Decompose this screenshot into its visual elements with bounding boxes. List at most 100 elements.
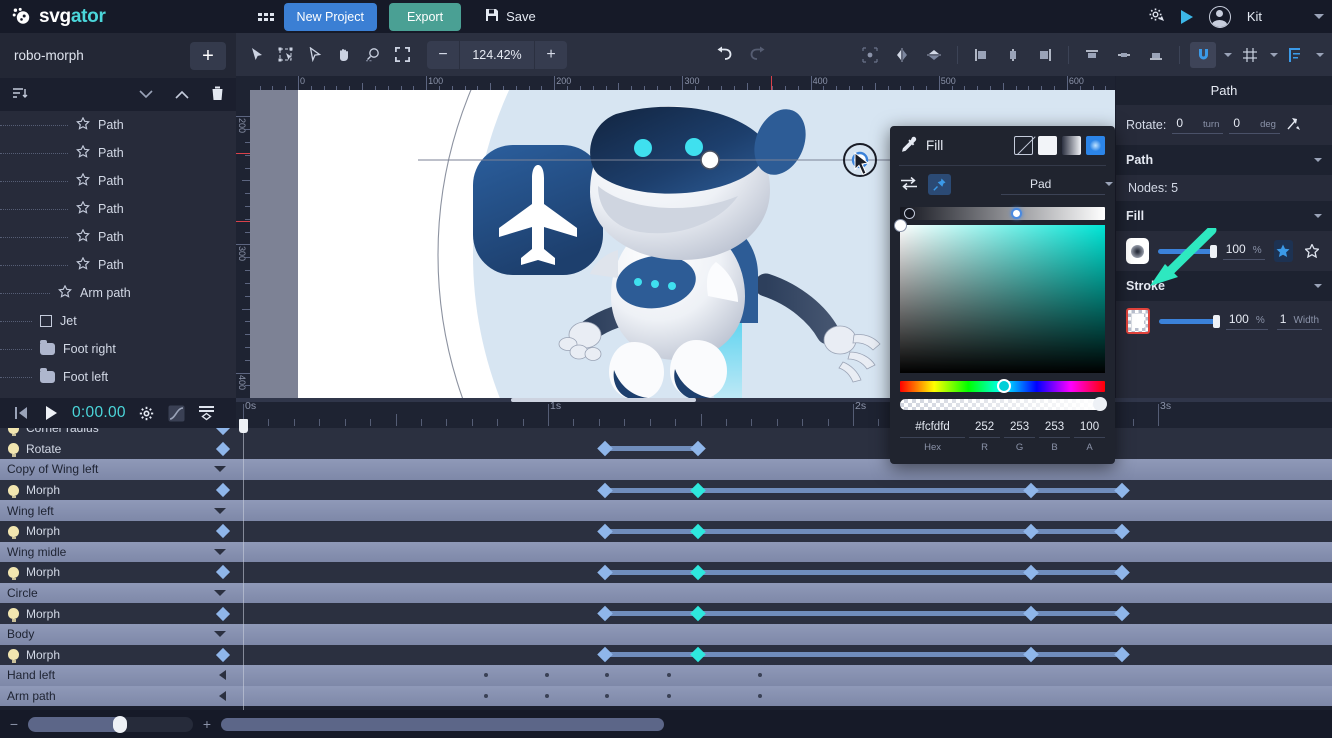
group-toggle-chevron-icon[interactable] (214, 590, 226, 597)
keyframe-diamond[interactable] (1023, 564, 1039, 581)
timeline-zoom-knob[interactable] (113, 715, 127, 733)
align-center-h-icon[interactable] (1000, 42, 1026, 68)
timeline-property-row[interactable]: Morph (0, 479, 1332, 501)
keyframe-diamond[interactable] (690, 605, 706, 622)
canvas-horizontal-scrollbar[interactable] (236, 398, 1332, 402)
align-top-icon[interactable] (1079, 42, 1105, 68)
fill-opacity-knob[interactable] (1209, 244, 1217, 258)
play-pause-icon[interactable] (36, 398, 66, 428)
fill-animate-star-filled-icon[interactable] (1273, 240, 1294, 262)
track-lane[interactable] (236, 541, 1332, 563)
sort-layers-icon[interactable] (12, 86, 28, 103)
current-time-value[interactable]: 0:00.00 (72, 404, 126, 422)
track-lane[interactable] (236, 644, 1332, 666)
animate-bulb-icon[interactable] (8, 428, 19, 437)
layer-item[interactable]: Path (0, 195, 236, 223)
animate-bulb-icon[interactable] (8, 443, 19, 457)
track-lane[interactable] (236, 562, 1332, 583)
user-menu-chevron-down-icon[interactable] (1314, 14, 1324, 19)
animate-bulb-icon[interactable] (8, 608, 19, 622)
fill-type-solid-swatch[interactable] (1038, 136, 1057, 155)
align-left-icon[interactable] (968, 42, 994, 68)
layer-item[interactable]: Path (0, 223, 236, 251)
keyframe-diamond[interactable] (1114, 482, 1130, 498)
keyframe-diamond[interactable] (597, 523, 613, 540)
sv-cursor[interactable] (894, 219, 907, 232)
canvas-scroll-thumb[interactable] (511, 398, 696, 402)
keyframe-diamond[interactable] (1114, 564, 1130, 581)
fill-star-outline-icon[interactable] (1302, 240, 1322, 262)
track-lane[interactable] (236, 623, 1332, 645)
timeline-group-row[interactable]: Arm path (0, 685, 1332, 707)
track-lane[interactable] (236, 665, 1332, 686)
settings-gear-icon[interactable] (1148, 7, 1165, 27)
add-keyframe-icon[interactable] (215, 524, 231, 539)
group-toggle-chevron-icon[interactable] (214, 631, 226, 638)
timeline-group-row[interactable]: Wing midle (0, 541, 1332, 563)
snap-magnet-icon[interactable] (1190, 41, 1216, 68)
red-field[interactable]: 252 R (969, 421, 1001, 453)
keyframe-diamond[interactable] (1114, 647, 1130, 663)
alpha-field[interactable]: 100 A (1074, 421, 1105, 453)
track-lane[interactable] (236, 603, 1332, 624)
add-keyframe-icon[interactable] (215, 647, 231, 662)
track-lane[interactable] (236, 479, 1332, 501)
keyframe-diamond[interactable] (690, 441, 706, 457)
stroke-width-input[interactable]: 1 Width (1276, 312, 1322, 330)
keyframe-diamond[interactable] (597, 605, 613, 622)
timeline-property-row[interactable]: Morph (0, 562, 1332, 583)
apps-grid-icon[interactable] (257, 12, 274, 21)
expand-all-chevron-up-icon[interactable] (175, 88, 189, 102)
hand-tool-icon[interactable] (331, 42, 357, 68)
grid-toggle-icon[interactable] (1238, 42, 1262, 68)
delete-layer-icon[interactable] (211, 86, 224, 104)
add-layer-button[interactable]: + (190, 41, 226, 70)
hex-field[interactable]: #fcfdfd Hex (900, 421, 966, 453)
gradient-stops-bar[interactable] (900, 207, 1105, 220)
track-lane[interactable] (236, 500, 1332, 521)
keyframe-diamond[interactable] (690, 647, 706, 663)
app-logo[interactable]: svgator (12, 6, 106, 28)
keyframe-diamond[interactable] (1114, 523, 1130, 540)
transform-origin-icon[interactable] (1286, 116, 1301, 134)
path-section-header[interactable]: Path (1116, 145, 1332, 175)
keyframe-diamond[interactable] (1114, 605, 1130, 622)
add-keyframe-icon[interactable] (215, 428, 231, 436)
keyframe-diamond[interactable] (597, 441, 613, 457)
snap-options-chevron-down-icon[interactable] (1224, 52, 1232, 57)
layers-list[interactable]: Path Path Path Path Path Path Arm path Jet Foot … (0, 111, 236, 398)
transform-tool-icon[interactable] (273, 42, 299, 68)
stroke-section-header[interactable]: Stroke (1116, 271, 1332, 301)
timeline-zoom-slider[interactable] (28, 715, 193, 733)
group-toggle-chevron-icon[interactable] (219, 691, 226, 702)
add-keyframe-icon[interactable] (215, 565, 231, 580)
timeline-property-row[interactable]: Morph (0, 644, 1332, 666)
timeline-group-row[interactable]: Body (0, 623, 1332, 645)
timeline-horizontal-scrollbar[interactable] (221, 717, 1081, 731)
keyframe-diamond[interactable] (597, 564, 613, 581)
track-lane[interactable] (236, 582, 1332, 604)
undo-icon[interactable] (715, 46, 734, 64)
animate-bulb-icon[interactable] (8, 566, 19, 581)
fill-color-chip[interactable] (1126, 238, 1150, 264)
gradient-stop-end[interactable] (1011, 208, 1022, 219)
layer-item[interactable]: Path (0, 139, 236, 167)
node-tool-icon[interactable] (302, 42, 328, 68)
alpha-slider[interactable] (900, 397, 1107, 411)
fill-color-picker-popup[interactable]: Fill Pad #fcfdfd Hex 252 R 253 G 253 B 1… (890, 126, 1115, 464)
avatar[interactable] (1208, 5, 1231, 28)
keyframe-diamond[interactable] (1023, 647, 1039, 663)
zoom-tool-icon[interactable] (360, 42, 386, 68)
keyframe-diamond[interactable] (597, 647, 613, 663)
stroke-opacity-knob[interactable] (1212, 314, 1220, 328)
timeline-tracks[interactable]: Corner radius Rotate Copy of Wing left Morp… (0, 428, 1332, 708)
new-project-button[interactable]: New Project (283, 2, 377, 31)
green-field[interactable]: 253 G (1004, 421, 1036, 453)
track-lane[interactable] (236, 438, 1332, 460)
timeline-zoom-out-icon[interactable]: − (8, 716, 20, 732)
track-lane[interactable] (236, 685, 1332, 707)
group-toggle-chevron-icon[interactable] (214, 466, 226, 473)
eyedropper-icon[interactable] (900, 136, 917, 156)
rotate-turn-input[interactable]: 0 turn (1172, 116, 1224, 134)
stroke-opacity-input[interactable]: 100 % (1225, 312, 1268, 330)
